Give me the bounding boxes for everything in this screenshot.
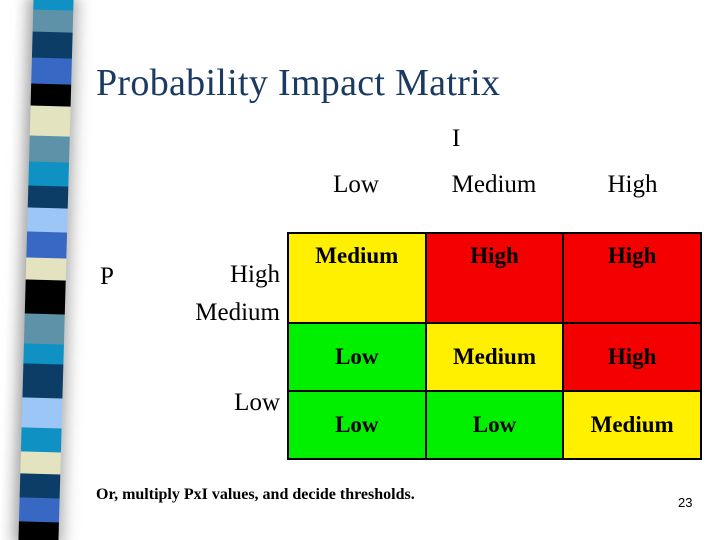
ribbon-segment-1 bbox=[32, 9, 74, 33]
ribbon-segment-10 bbox=[26, 231, 68, 259]
matrix-cell-high-high[interactable]: High bbox=[562, 232, 702, 324]
ribbon-segment-6 bbox=[29, 135, 70, 163]
matrix-cell-low-medium[interactable]: Low bbox=[424, 389, 565, 461]
impact-axis-label: I bbox=[452, 125, 461, 152]
ribbon-segment-12 bbox=[24, 279, 66, 315]
ribbon-segment-4 bbox=[30, 83, 72, 107]
footnote-text: Or, multiply PxI values, and decide thre… bbox=[96, 486, 415, 503]
ribbon-segment-3 bbox=[31, 57, 72, 85]
page-number: 23 bbox=[678, 495, 693, 510]
column-header-row: Low Medium High bbox=[287, 170, 702, 200]
ribbon-segment-13 bbox=[23, 313, 65, 345]
slide-canvas: Probability Impact Matrix I Low Medium H… bbox=[0, 0, 720, 540]
ribbon-segment-5 bbox=[29, 105, 71, 137]
decorative-ribbon bbox=[0, 0, 96, 540]
page-title: Probability Impact Matrix bbox=[96, 62, 501, 104]
ribbon-segment-9 bbox=[27, 207, 68, 233]
matrix-cell-medium-medium[interactable]: Medium bbox=[424, 321, 565, 392]
column-header-high: High bbox=[607, 171, 658, 198]
ribbon-segment-8 bbox=[27, 185, 69, 209]
row-header-high: High bbox=[230, 261, 280, 288]
row-header-column: High Medium Low bbox=[120, 258, 280, 418]
row-header-medium: Medium bbox=[195, 299, 280, 326]
ribbon-segment-20 bbox=[18, 497, 60, 523]
matrix-cell-medium-low[interactable]: Low bbox=[287, 321, 427, 392]
matrix-row-medium: Low Medium High bbox=[287, 321, 702, 392]
ribbon-segment-21 bbox=[18, 521, 59, 540]
probability-axis-label: P bbox=[100, 263, 114, 290]
ribbon-segment-7 bbox=[28, 161, 70, 187]
matrix-cell-low-high[interactable]: Medium bbox=[562, 389, 702, 461]
ribbon-segment-2 bbox=[31, 31, 73, 59]
matrix-cell-high-low[interactable]: Medium bbox=[287, 232, 427, 324]
matrix-row-low: Low Low Medium bbox=[287, 389, 702, 461]
ribbon-segment-19 bbox=[19, 473, 61, 499]
matrix-row-high: Medium High High bbox=[287, 232, 702, 324]
ribbon-segment-18 bbox=[20, 451, 61, 475]
matrix-cell-high-medium[interactable]: High bbox=[424, 232, 565, 324]
ribbon-segment-15 bbox=[22, 363, 64, 399]
ribbon-stripes bbox=[18, 0, 74, 540]
matrix-cell-low-low[interactable]: Low bbox=[287, 389, 427, 461]
column-header-low: Low bbox=[333, 171, 379, 198]
ribbon-segment-17 bbox=[20, 427, 62, 453]
ribbon-segment-16 bbox=[21, 397, 63, 429]
ribbon-segment-11 bbox=[25, 257, 67, 281]
row-header-low: Low bbox=[234, 389, 280, 416]
ribbon-segment-14 bbox=[23, 343, 64, 365]
column-header-medium: Medium bbox=[451, 171, 537, 198]
matrix-cell-medium-high[interactable]: High bbox=[562, 321, 702, 392]
ribbon-segment-0 bbox=[33, 0, 74, 11]
probability-impact-matrix: Medium High High Low Medium High Low Low… bbox=[287, 232, 702, 461]
